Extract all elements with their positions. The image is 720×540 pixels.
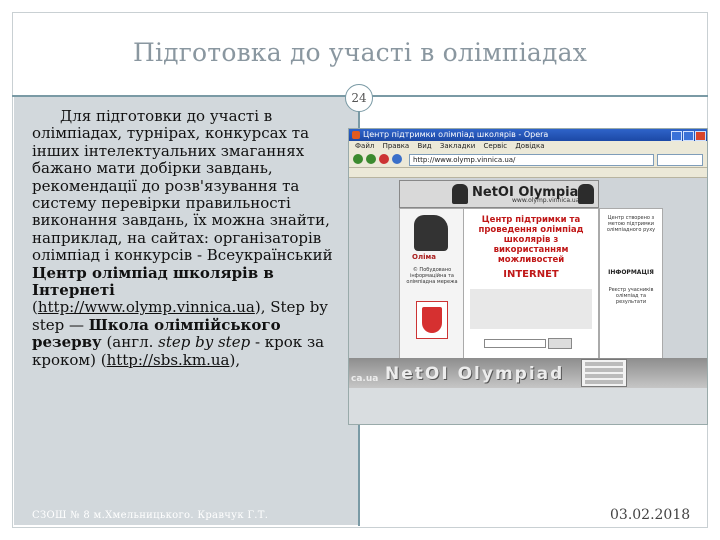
knight-logo-icon xyxy=(414,215,448,251)
menu-item-tools[interactable]: Сервіс xyxy=(484,142,508,150)
website-screenshot: Центр підтримки олімпіад школярів - Oper… xyxy=(348,128,708,425)
end-text: ), xyxy=(229,350,241,369)
slide: Підготовка до участі в олімпіадах 24 Для… xyxy=(0,0,720,540)
site2-italic: step by step xyxy=(158,333,251,352)
close-icon[interactable] xyxy=(695,131,706,141)
intro-text: Для підготовки до участі в олімпіадах, т… xyxy=(32,107,333,265)
menu-item-edit[interactable]: Правка xyxy=(383,142,410,150)
footer-author: СЗОШ № 8 м.Хмельницького. Кравчук Г.Т. xyxy=(32,510,269,521)
site-banner: NetOI Olympiad www.olymp.vinnica.ua xyxy=(399,180,599,208)
site2-link[interactable]: http://sbs.km.ua xyxy=(107,351,230,369)
site-search-input[interactable] xyxy=(484,339,546,348)
back-icon[interactable] xyxy=(353,154,363,164)
stop-icon[interactable] xyxy=(379,154,389,164)
site-right-text-1: Центр створено з метою підтримки олімпіа… xyxy=(606,215,656,233)
site-main-column: Центр підтримки та проведення олімпіад ш… xyxy=(463,208,599,360)
site1-link[interactable]: http://www.olymp.vinnica.ua xyxy=(38,298,255,316)
site-right-text-2: Реєстр учасників олімпіад та результати xyxy=(608,287,654,305)
browser-toolbar: http://www.olymp.vinnica.ua/ xyxy=(349,151,707,168)
page-number: 24 xyxy=(345,84,373,112)
site-left-caption: © Побудовано інформаційна та олімпіадна … xyxy=(406,267,458,285)
site-mini-table xyxy=(581,359,627,387)
site-search-button[interactable] xyxy=(548,338,572,349)
site-footer-banner-title: NetOI Olympiad xyxy=(385,364,565,384)
site-right-heading[interactable]: ІНФОРМАЦІЯ xyxy=(603,269,659,276)
reload-icon[interactable] xyxy=(392,154,402,164)
site-left-column: Оліма © Побудовано інформаційна та олімп… xyxy=(399,208,465,360)
chess-knight-icon xyxy=(452,184,468,204)
browser-menubar: Файл Правка Вид Закладки Сервіс Довідка xyxy=(349,141,707,151)
site-content-block xyxy=(470,289,592,329)
web-page-content: NetOI Olympiad www.olymp.vinnica.ua Олім… xyxy=(349,178,707,424)
menu-item-view[interactable]: Вид xyxy=(417,142,431,150)
menu-item-bookmarks[interactable]: Закладки xyxy=(440,142,475,150)
site-right-column: Центр створено з метою підтримки олімпіа… xyxy=(599,208,663,360)
site-footer-banner: ca.ua NetOI Olympiad xyxy=(349,358,707,388)
minimize-icon[interactable] xyxy=(671,131,682,141)
address-bar[interactable]: http://www.olymp.vinnica.ua/ xyxy=(409,154,654,166)
menu-item-file[interactable]: Файл xyxy=(355,142,374,150)
browser-app-icon xyxy=(352,131,360,139)
site-logo-text: Оліма xyxy=(412,253,436,261)
site-footer-banner-url: ca.ua xyxy=(351,374,379,384)
menu-item-help[interactable]: Довідка xyxy=(515,142,544,150)
maximize-icon[interactable] xyxy=(683,131,694,141)
browser-titlebar: Центр підтримки олімпіад школярів - Oper… xyxy=(349,129,707,141)
site-banner-url: www.olymp.vinnica.ua xyxy=(512,197,580,204)
site-main-title: Центр підтримки та проведення олімпіад ш… xyxy=(478,215,584,265)
site-bottom-strip xyxy=(349,388,707,424)
chess-knight-icon xyxy=(578,184,594,204)
slide-title: Підготовка до участі в олімпіадах xyxy=(132,38,588,67)
browser-window-title: Центр підтримки олімпіад школярів - Oper… xyxy=(363,130,549,139)
body-text: Для підготовки до участі в олімпіадах, т… xyxy=(32,107,333,369)
site1-name: Центр олімпіад школярів в Інтернеті xyxy=(32,263,274,300)
site-main-internet: INTERNET xyxy=(503,269,559,280)
coat-of-arms-icon xyxy=(416,301,448,339)
site2-mid-text: (англ. xyxy=(101,333,159,352)
browser-links-bar xyxy=(349,168,707,178)
forward-icon[interactable] xyxy=(366,154,376,164)
footer-date: 03.02.2018 xyxy=(610,507,691,523)
browser-search-input[interactable] xyxy=(657,154,703,166)
